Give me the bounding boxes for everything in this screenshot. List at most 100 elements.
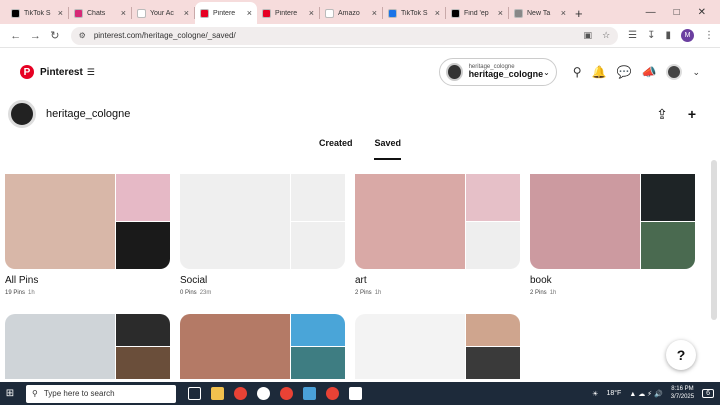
taskbar-search[interactable]: ⚲ Type here to search bbox=[26, 384, 176, 403]
board-card[interactable]: Social 0 Pins 23m bbox=[180, 174, 345, 296]
taskbar-search-placeholder: Type here to search bbox=[43, 389, 115, 398]
share-icon[interactable]: ⇪ bbox=[656, 106, 668, 123]
browser-profile-avatar[interactable]: M bbox=[681, 29, 695, 42]
tab-search-icon[interactable]: ☰ bbox=[628, 30, 637, 41]
sidepanel-icon[interactable]: ▮ bbox=[666, 30, 672, 41]
forward-icon[interactable]: → bbox=[26, 30, 46, 42]
profile-row: heritage_cologne ⇪ + bbox=[0, 96, 720, 132]
browser-tab[interactable]: New Ta × bbox=[509, 2, 571, 24]
board-card[interactable]: All Pins 19 Pins 1h bbox=[5, 174, 170, 296]
chrome-icon[interactable] bbox=[326, 387, 339, 400]
tray-icons[interactable]: ▲ ☁ ⚡ 🔊 bbox=[629, 390, 662, 398]
notifications-bell-icon[interactable]: 🔔 bbox=[592, 65, 607, 79]
browser-tab[interactable]: Your Ac × bbox=[132, 2, 194, 24]
close-tab-icon[interactable]: × bbox=[561, 8, 566, 18]
minimize-icon[interactable]: — bbox=[646, 7, 656, 18]
browser-tab[interactable]: TikTok S × bbox=[383, 2, 445, 24]
browser-tab-label: TikTok S bbox=[24, 9, 51, 17]
reload-icon[interactable]: ↻ bbox=[45, 29, 65, 42]
task-view-icon[interactable] bbox=[188, 387, 201, 400]
tab-created[interactable]: Created bbox=[319, 138, 353, 160]
capcut-icon[interactable] bbox=[349, 387, 362, 400]
weather-icon: ☀ bbox=[592, 390, 599, 398]
pinterest-icon bbox=[262, 8, 271, 18]
browser-tab[interactable]: Pintere × bbox=[195, 2, 257, 24]
browser-tab[interactable]: Pintere × bbox=[257, 2, 319, 24]
scrollbar[interactable] bbox=[711, 160, 717, 320]
board-cover[interactable] bbox=[355, 314, 520, 379]
account-name: heritage_cologne bbox=[468, 69, 544, 80]
app-icon[interactable] bbox=[303, 387, 316, 400]
app-icon[interactable] bbox=[257, 387, 270, 400]
download-icon[interactable]: ↧ bbox=[647, 30, 655, 41]
messages-icon[interactable]: 💬 bbox=[617, 65, 632, 79]
browser-tab[interactable]: Find 'ep × bbox=[446, 2, 508, 24]
tiktok-icon bbox=[451, 8, 460, 18]
board-cover-image bbox=[355, 314, 465, 379]
taskbar: ⊞ ⚲ Type here to search ☀ 18°F ▲ ☁ ⚡ 🔊 8… bbox=[0, 382, 720, 405]
board-cover[interactable] bbox=[180, 314, 345, 379]
account-switcher[interactable]: heritage_cologne heritage_cologne ⌄ bbox=[438, 58, 557, 86]
board-cover[interactable] bbox=[355, 174, 520, 269]
board-cover-image bbox=[530, 174, 640, 269]
close-tab-icon[interactable]: × bbox=[372, 8, 377, 18]
board-cover-thumb bbox=[116, 314, 170, 346]
chrome-profile-icon[interactable] bbox=[280, 387, 293, 400]
windows-start-icon[interactable]: ⊞ bbox=[0, 388, 20, 399]
board-cover-thumb bbox=[116, 347, 170, 379]
pinterest-logo-icon[interactable]: P bbox=[20, 65, 34, 79]
site-info-icon[interactable]: ⚙ bbox=[79, 31, 86, 40]
close-tab-icon[interactable]: × bbox=[435, 8, 440, 18]
pinterest-header: P Pinterest ☰ heritage_cologne heritage_… bbox=[0, 48, 720, 96]
board-cover-image bbox=[180, 314, 290, 379]
browser-tab-label: Your Ac bbox=[150, 9, 174, 17]
search-icon[interactable]: ⚲ bbox=[573, 65, 582, 79]
browser-tab[interactable]: Amazo × bbox=[320, 2, 382, 24]
board-cover-thumb bbox=[291, 174, 345, 221]
board-cover[interactable] bbox=[530, 174, 695, 269]
board-cover[interactable] bbox=[5, 174, 170, 269]
close-tab-icon[interactable]: × bbox=[121, 8, 126, 18]
profile-avatar[interactable] bbox=[8, 100, 36, 128]
file-explorer-icon[interactable] bbox=[211, 387, 224, 400]
close-tab-icon[interactable]: × bbox=[58, 8, 63, 18]
close-tab-icon[interactable]: × bbox=[309, 8, 314, 18]
close-tab-icon[interactable]: × bbox=[498, 8, 503, 18]
browser-tab-label: Chats bbox=[87, 9, 106, 17]
megaphone-icon[interactable]: 📣 bbox=[642, 65, 657, 79]
notification-badge[interactable]: 6 bbox=[702, 389, 714, 398]
chrome-icon[interactable] bbox=[234, 387, 247, 400]
help-button[interactable]: ? bbox=[666, 340, 696, 370]
url-field[interactable]: ⚙ pinterest.com/heritage_cologne/_saved/… bbox=[70, 26, 619, 45]
board-card[interactable]: book 2 Pins 1h bbox=[530, 174, 695, 296]
amazon-icon bbox=[325, 8, 334, 18]
browser-menu-icon[interactable]: ⋮ bbox=[704, 30, 714, 41]
weather-temp[interactable]: 18°F bbox=[606, 390, 621, 397]
board-card[interactable] bbox=[355, 314, 520, 379]
board-card[interactable]: art 2 Pins 1h bbox=[355, 174, 520, 296]
back-icon[interactable]: ← bbox=[6, 30, 26, 42]
chevron-down-icon[interactable]: ⌄ bbox=[692, 67, 700, 78]
close-window-icon[interactable]: ✕ bbox=[698, 7, 706, 18]
board-card[interactable] bbox=[180, 314, 345, 379]
board-cover-thumb bbox=[466, 174, 520, 221]
close-tab-icon[interactable]: × bbox=[184, 8, 189, 18]
tiktok-icon bbox=[388, 8, 397, 18]
add-icon[interactable]: + bbox=[688, 106, 696, 123]
board-cover[interactable] bbox=[180, 174, 345, 269]
board-cover[interactable] bbox=[5, 314, 170, 379]
maximize-icon[interactable]: □ bbox=[674, 7, 680, 18]
tab-saved[interactable]: Saved bbox=[374, 138, 402, 160]
browser-tab[interactable]: TikTok S × bbox=[6, 2, 68, 24]
pinterest-icon bbox=[200, 8, 209, 18]
user-avatar[interactable] bbox=[666, 64, 683, 80]
browser-tab[interactable]: Chats × bbox=[69, 2, 131, 24]
hamburger-menu-icon[interactable]: ☰ bbox=[87, 67, 95, 78]
close-tab-icon[interactable]: × bbox=[247, 8, 252, 18]
brand-name[interactable]: Pinterest bbox=[40, 67, 83, 78]
bookmark-star-icon[interactable]: ☆ bbox=[602, 30, 610, 41]
install-app-icon[interactable]: ▣ bbox=[584, 30, 593, 41]
board-card[interactable] bbox=[5, 314, 170, 379]
new-tab-button[interactable]: + bbox=[575, 6, 583, 21]
clock[interactable]: 8:16 PM 3/7/2025 bbox=[671, 386, 694, 402]
